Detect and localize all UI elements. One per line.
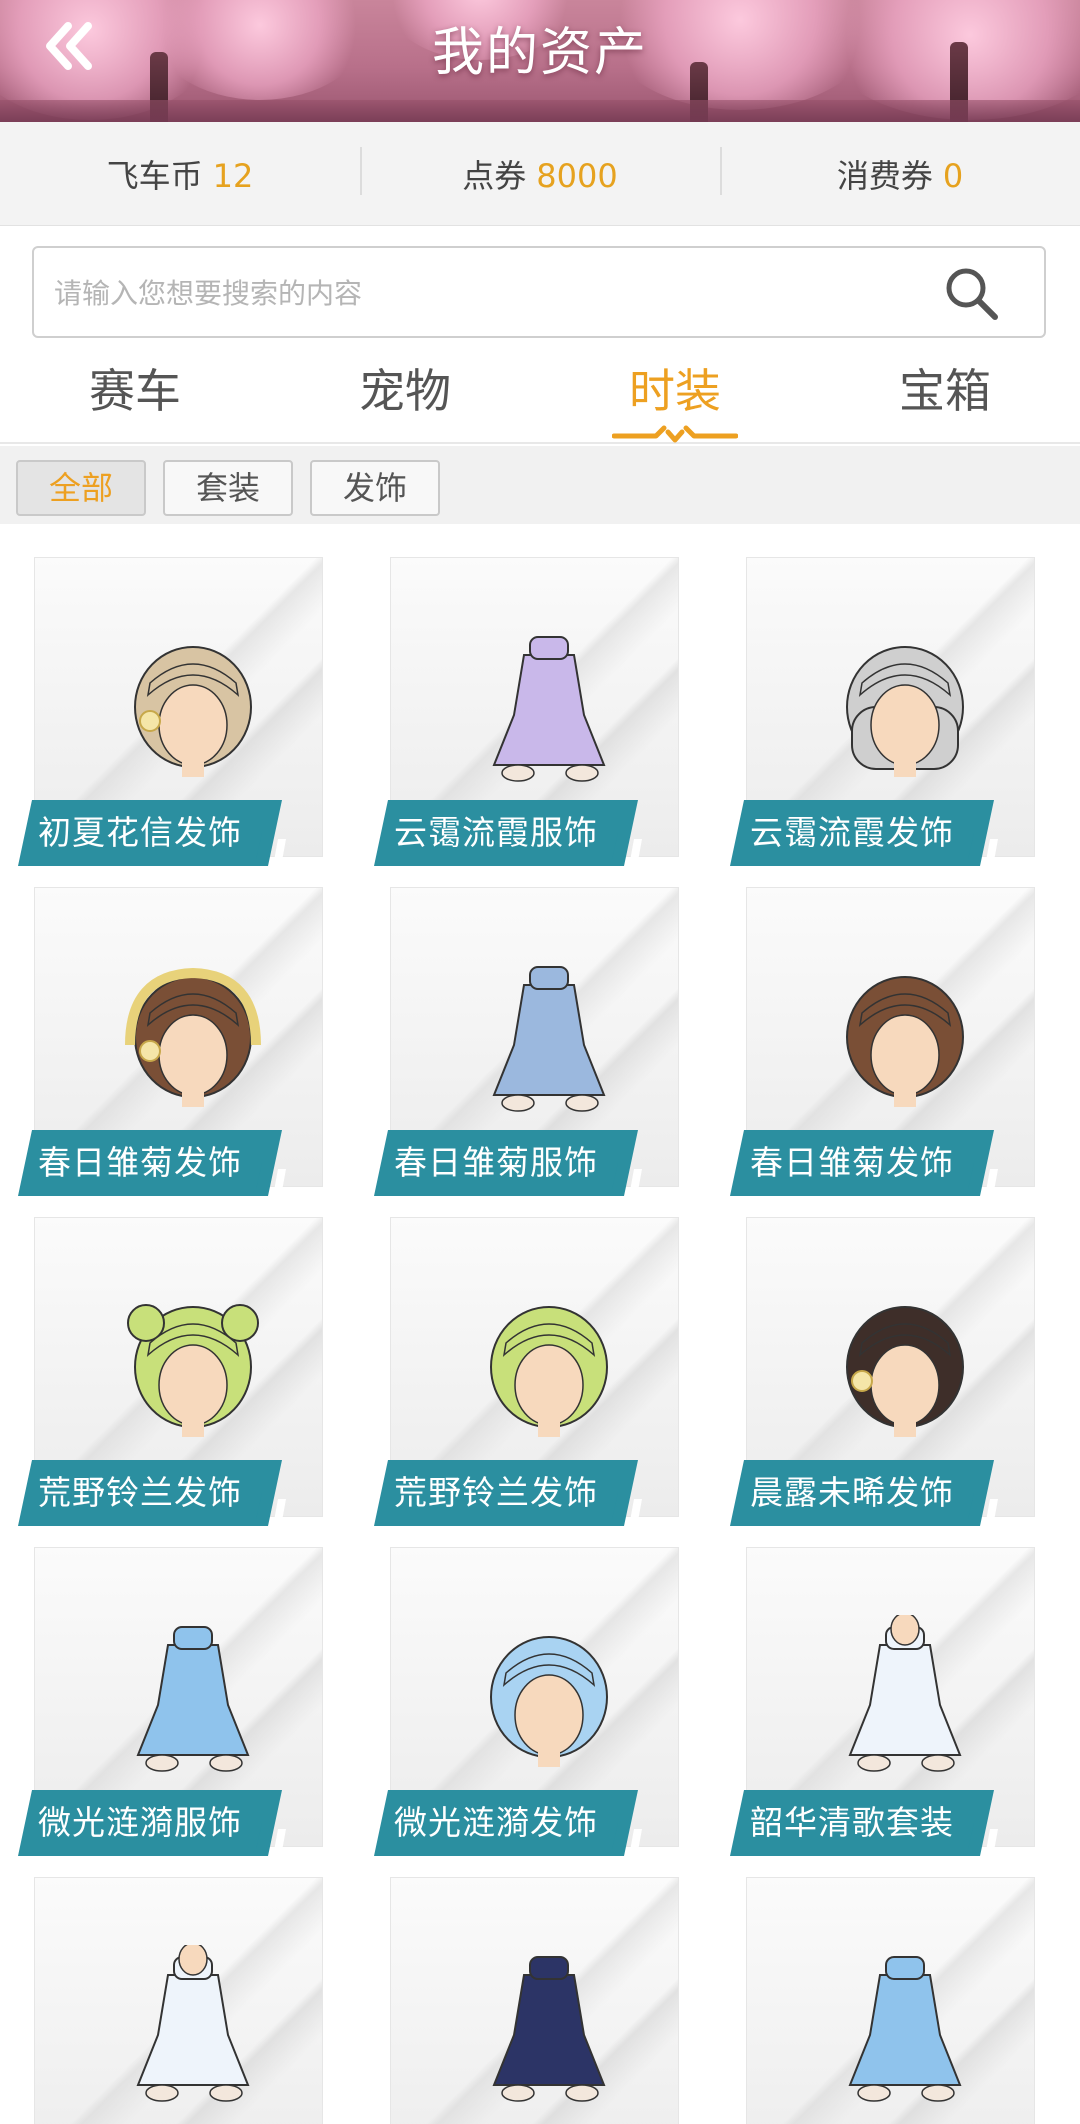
search-icon[interactable] [942, 264, 1000, 322]
filter-all[interactable]: 全部 [16, 460, 146, 516]
item-name-label: 微光涟漪服饰 [18, 1790, 282, 1856]
item-card[interactable] [374, 1877, 679, 2124]
suit-white-blue-gown-icon [848, 1615, 962, 1772]
item-card[interactable]: 韶华清歌套装 [730, 1547, 1035, 1856]
hair-brown-daisy-hood-icon [125, 967, 261, 1107]
outfit-blue-floral-dress-icon [848, 1956, 962, 2102]
filter-suits[interactable]: 套装 [163, 460, 293, 516]
item-card[interactable] [18, 1877, 323, 2124]
filter-bar: 全部 套装 发饰 [0, 446, 1080, 524]
outfit-navy-gothic-dress-icon [492, 1956, 606, 2102]
item-name-label: 初夏花信发饰 [18, 800, 282, 866]
hair-wavy-beige-flower-icon [134, 646, 252, 777]
outfit-white-shirt-jeans-icon [492, 966, 606, 1112]
item-card[interactable]: 微光涟漪服饰 [18, 1547, 323, 1856]
item-name-label: 春日雏菊服饰 [374, 1130, 638, 1196]
item-card[interactable]: 云霭流霞服饰 [374, 557, 679, 866]
hair-dark-brown-flower-icon [846, 1306, 964, 1437]
header-ground [0, 100, 1080, 122]
currency-feicheb: 飞车币 12 [0, 151, 360, 197]
active-tab-indicator [612, 425, 738, 443]
hair-long-silver-braid-icon [846, 646, 964, 777]
hair-light-blue-bob-icon [490, 1636, 608, 1767]
tab-pets[interactable]: 宠物 [270, 356, 540, 442]
item-card[interactable]: 初夏花信发饰 [18, 557, 323, 866]
currency-label: 点券 [462, 156, 527, 195]
tab-fashion[interactable]: 时装 [540, 356, 810, 443]
item-name-label: 春日雏菊发饰 [730, 1130, 994, 1196]
category-tabs: 赛车 宠物 时装 宝箱 [0, 356, 1080, 444]
item-card[interactable]: 晨露未晞发饰 [730, 1217, 1035, 1526]
outfit-lilac-dress-icon [492, 636, 606, 782]
item-card[interactable]: 微光涟漪发饰 [374, 1547, 679, 1856]
hair-short-brown-curly-icon [846, 976, 964, 1107]
suit-white-suit-boy-icon [136, 1945, 250, 2102]
item-name-label: 晨露未晞发饰 [730, 1460, 994, 1526]
item-name-label: 韶华清歌套装 [730, 1790, 994, 1856]
item-name-label: 云霭流霞发饰 [730, 800, 994, 866]
tab-fashion-label: 时装 [629, 364, 721, 418]
currency-label: 飞车币 [106, 156, 203, 195]
item-name-label: 微光涟漪发饰 [374, 1790, 638, 1856]
item-name-label: 荒野铃兰发饰 [18, 1460, 282, 1526]
item-card[interactable]: 春日雏菊服饰 [374, 887, 679, 1196]
item-card[interactable]: 春日雏菊发饰 [18, 887, 323, 1196]
item-card[interactable]: 荒野铃兰发饰 [18, 1217, 323, 1526]
search-input[interactable] [54, 268, 934, 318]
tab-chests[interactable]: 宝箱 [810, 356, 1080, 442]
currency-dianquan: 点券 8000 [360, 146, 720, 197]
items-grid: 初夏花信发饰 云霭流霞服饰 云霭流霞发饰 春日雏菊发饰 春日雏菊服饰 春日雏菊发饰 荒野铃兰… [0, 555, 1080, 2124]
item-name-label: 春日雏菊发饰 [18, 1130, 282, 1196]
outfit-blue-swimsuit-icon [136, 1626, 250, 1772]
currency-xiaofeiquan: 消费券 0 [720, 146, 1080, 197]
currency-label: 消费券 [836, 156, 933, 195]
header-banner: 我的资产 [0, 0, 1080, 122]
currency-value: 12 [212, 156, 254, 195]
currency-value: 0 [942, 156, 964, 195]
tab-cars[interactable]: 赛车 [0, 356, 270, 442]
page-title: 我的资产 [431, 23, 648, 83]
hair-green-buns-icon [127, 1304, 259, 1437]
item-name-label: 荒野铃兰发饰 [374, 1460, 638, 1526]
item-card[interactable]: 荒野铃兰发饰 [374, 1217, 679, 1526]
item-name-label: 云霭流霞服饰 [374, 800, 638, 866]
currency-value: 8000 [536, 156, 618, 195]
hair-green-short-spiky-icon [490, 1306, 608, 1437]
filter-hair[interactable]: 发饰 [310, 460, 440, 516]
item-card[interactable]: 春日雏菊发饰 [730, 887, 1035, 1196]
item-card[interactable] [730, 1877, 1035, 2124]
item-card[interactable]: 云霭流霞发饰 [730, 557, 1035, 866]
currency-bar: 飞车币 12 点券 8000 消费券 0 [0, 122, 1080, 226]
search-box [32, 246, 1046, 338]
